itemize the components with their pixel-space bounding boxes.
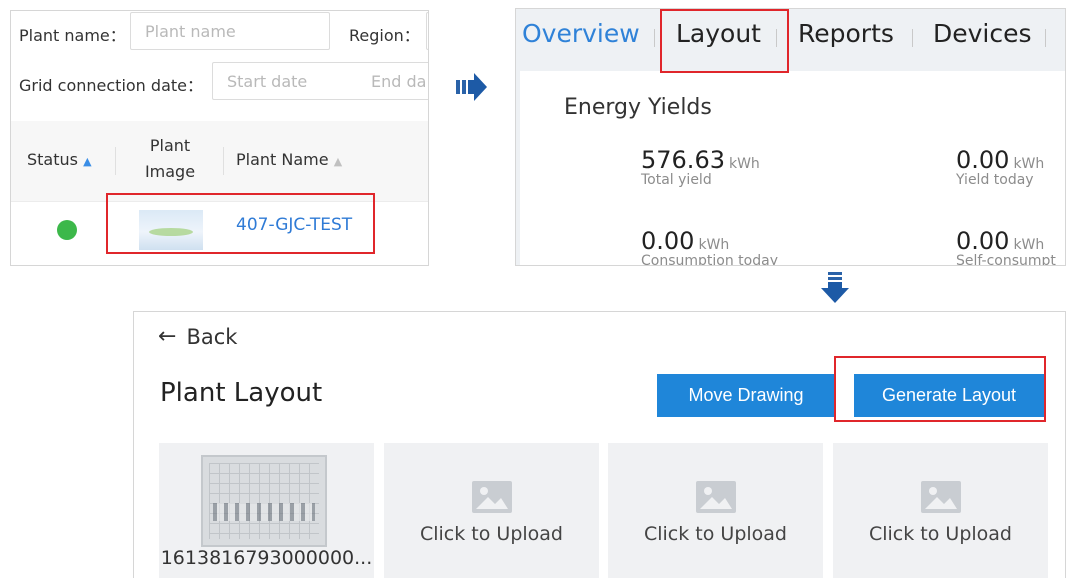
name-column-header[interactable]: Plant Name ▲ xyxy=(236,147,342,175)
column-divider xyxy=(223,147,224,175)
metric-unit: kWh xyxy=(728,156,760,172)
metric-yield-today: 0.00 kWh Yield today xyxy=(956,146,1044,188)
image-column-header: Plant Image xyxy=(139,133,201,185)
metric-total-yield: 576.63 kWh Total yield xyxy=(641,146,760,188)
region-label: Region： xyxy=(349,26,420,45)
grid-date-row: Grid connection date： xyxy=(19,72,203,96)
layout-image-thumbnail xyxy=(201,455,327,547)
metric-unit: kWh xyxy=(1013,156,1045,172)
upload-tile[interactable]: Click to Upload xyxy=(833,443,1048,578)
image-header-line1: Plant xyxy=(149,136,191,155)
upload-tile[interactable]: Click to Upload xyxy=(384,443,599,578)
metric-caption: Self-consumpt xyxy=(956,253,1056,266)
date-range-picker[interactable]: Start date End da xyxy=(212,62,428,100)
end-date-input[interactable]: End da xyxy=(371,72,426,91)
metric-self-consumption: 0.00 kWh Self-consumpt xyxy=(956,227,1056,266)
plant-name-label: Plant name： xyxy=(19,26,126,45)
metric-value: 0.00 xyxy=(956,146,1010,174)
upload-tile[interactable]: Click to Upload xyxy=(608,443,823,578)
tab-devices[interactable]: Devices xyxy=(933,19,1032,48)
arrow-right-icon xyxy=(456,73,487,101)
metric-unit: kWh xyxy=(1013,237,1045,253)
move-drawing-button[interactable]: Move Drawing xyxy=(657,374,835,417)
plant-name-row: Plant name： xyxy=(19,22,126,46)
tab-reports[interactable]: Reports xyxy=(798,19,894,48)
status-indicator xyxy=(57,220,77,240)
image-header-line2: Image xyxy=(144,162,196,181)
upload-label: Click to Upload xyxy=(643,523,787,545)
image-placeholder-icon xyxy=(472,481,512,513)
plant-name-input[interactable]: Plant name xyxy=(130,12,330,50)
metric-value: 0.00 xyxy=(641,227,695,255)
highlight-box xyxy=(660,9,789,73)
sort-icon[interactable]: ▲ xyxy=(334,155,342,168)
region-row: Region： xyxy=(349,22,420,46)
status-column-header[interactable]: Status ▲ xyxy=(27,147,92,175)
metric-value: 0.00 xyxy=(956,227,1010,255)
back-label: Back xyxy=(186,324,238,349)
metric-value: 576.63 xyxy=(641,146,725,174)
metric-caption: Total yield xyxy=(641,172,712,188)
highlight-box xyxy=(834,356,1046,422)
section-title: Energy Yields xyxy=(564,95,712,120)
layout-image-tile[interactable]: 1613816793000000... xyxy=(159,443,374,578)
start-date-input[interactable]: Start date xyxy=(227,72,307,91)
image-placeholder-icon xyxy=(921,481,961,513)
tab-bar: Overview Layout Reports Devices xyxy=(516,9,1065,65)
status-header-label: Status xyxy=(27,150,78,169)
file-name-label: 1613816793000000... xyxy=(160,547,373,569)
page-title: Plant Layout xyxy=(160,378,323,408)
metric-caption: Consumption today xyxy=(641,253,778,266)
tab-divider xyxy=(912,29,913,47)
upload-label: Click to Upload xyxy=(419,523,563,545)
back-button[interactable]: ← Back xyxy=(158,324,237,349)
name-header-label: Plant Name xyxy=(236,150,329,169)
tab-divider xyxy=(654,29,655,47)
metric-caption: Yield today xyxy=(956,172,1034,188)
plant-layout-panel: ← Back Plant Layout Move Drawing Generat… xyxy=(133,311,1066,578)
table-header: Status ▲ Plant Image Plant Name ▲ xyxy=(11,121,428,201)
energy-yields-card: Energy Yields 576.63 kWh Total yield 0.00… xyxy=(520,71,1065,266)
grid-date-label: Grid connection date： xyxy=(19,76,203,95)
metric-unit: kWh xyxy=(698,237,730,253)
arrow-down-icon xyxy=(821,272,849,303)
image-placeholder-icon xyxy=(696,481,736,513)
upload-label: Click to Upload xyxy=(868,523,1012,545)
column-divider xyxy=(115,147,116,175)
back-arrow-icon: ← xyxy=(158,324,177,349)
tab-divider xyxy=(1045,29,1046,47)
tab-overview[interactable]: Overview xyxy=(522,19,640,48)
plant-overview-panel: Overview Layout Reports Devices Energy Y… xyxy=(515,8,1066,266)
region-select[interactable] xyxy=(426,12,428,50)
highlight-box xyxy=(106,193,375,254)
metric-consumption-today: 0.00 kWh Consumption today xyxy=(641,227,778,266)
sort-icon[interactable]: ▲ xyxy=(83,155,91,168)
